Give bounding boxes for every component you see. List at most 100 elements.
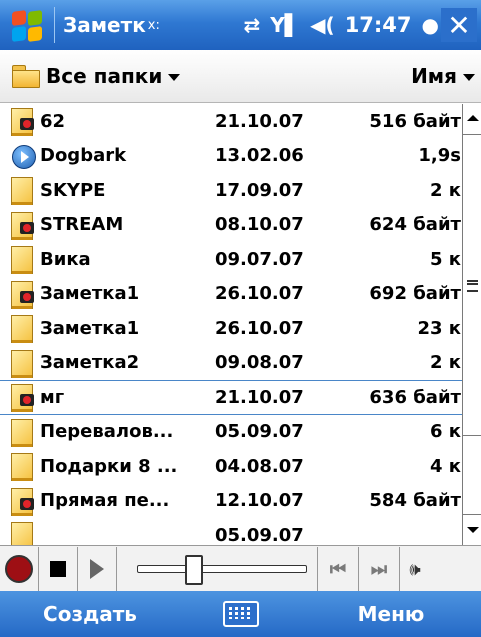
previous-track-button[interactable]: ⏮ — [318, 547, 359, 591]
sort-dropdown[interactable]: Имя — [411, 64, 475, 88]
play-button[interactable] — [78, 547, 117, 591]
file-date: 26.10.07 — [215, 283, 304, 305]
volume-icon: 🕪 — [409, 558, 421, 580]
file-row[interactable]: Вика 09.07.07 5 к — [0, 242, 462, 277]
seek-knob[interactable] — [185, 555, 203, 585]
file-date: 21.10.07 — [215, 386, 304, 408]
file-date: 09.08.07 — [215, 352, 304, 374]
notification-dot-icon: ● — [421, 13, 439, 37]
file-row[interactable]: Заметка1 26.10.07 23 к — [0, 311, 462, 346]
skip-forward-icon: ⏭ — [370, 558, 388, 580]
file-date: 26.10.07 — [215, 317, 304, 339]
softkey-bar: Создать Меню — [0, 591, 481, 637]
file-size: 2 к — [429, 179, 461, 201]
file-name: Заметка2 — [40, 352, 140, 374]
title-separator — [54, 7, 55, 43]
file-size: 624 байт — [369, 214, 461, 236]
chevron-down-icon — [168, 74, 181, 81]
voice-note-icon — [8, 382, 38, 413]
file-name: Перевалов... — [40, 421, 174, 443]
file-row[interactable]: Заметка2 09.08.07 2 к — [0, 346, 462, 381]
folder-filter-dropdown[interactable]: Все папки — [46, 64, 181, 88]
file-size: 584 байт — [369, 490, 461, 512]
file-size: 1,9s — [418, 145, 461, 167]
close-button[interactable]: ✕ — [441, 8, 477, 42]
file-date: 05.09.07 — [215, 524, 304, 545]
file-size: 692 байт — [369, 283, 461, 305]
voice-note-icon — [8, 210, 38, 240]
file-size: 2 к — [429, 352, 461, 374]
file-row[interactable]: STREAM 08.10.07 624 байт — [0, 208, 462, 243]
input-panel-button[interactable] — [180, 601, 301, 627]
file-name: Вика — [40, 248, 91, 270]
skip-back-icon: ⏮ — [329, 558, 347, 580]
file-date: 12.10.07 — [215, 490, 304, 512]
notes-app-icon: x: — [147, 17, 160, 33]
file-size: 5 к — [429, 248, 461, 270]
file-row[interactable]: 62 21.10.07 516 байт — [0, 104, 462, 139]
chevron-down-icon — [463, 74, 475, 81]
volume-button[interactable]: 🕪 — [400, 547, 430, 591]
filter-bar: Все папки Имя — [0, 50, 481, 103]
note-icon — [8, 520, 38, 545]
file-date: 13.02.06 — [215, 145, 304, 167]
file-row[interactable]: Заметка1 26.10.07 692 байт — [0, 277, 462, 312]
signal-icon[interactable]: Y▌ — [270, 13, 300, 37]
voice-note-icon — [8, 486, 38, 516]
file-date: 04.08.07 — [215, 455, 304, 477]
file-name: STREAM — [40, 214, 124, 236]
file-row[interactable]: Dogbark 13.02.06 1,9s — [0, 139, 462, 174]
voice-note-icon — [8, 106, 38, 137]
file-row[interactable]: Перевалов... 05.09.07 6 к — [0, 415, 462, 450]
note-icon — [8, 417, 38, 447]
seek-track — [137, 565, 307, 573]
folder-icon — [12, 65, 40, 88]
scroll-up-button[interactable] — [463, 104, 481, 135]
media-play-icon — [8, 141, 38, 171]
sort-label: Имя — [411, 64, 457, 88]
system-tray: ⇄ Y▌ ◀( 17:47 ● — [244, 13, 439, 37]
scroll-down-button[interactable] — [463, 514, 481, 545]
next-track-button[interactable]: ⏭ — [359, 547, 400, 591]
file-size: 23 к — [417, 317, 461, 339]
file-name: 62 — [40, 110, 66, 132]
file-name: Заметка1 — [40, 283, 140, 305]
media-player-bar: ⏮ ⏭ 🕪 — [0, 545, 481, 592]
file-size: 636 байт — [369, 386, 461, 408]
note-icon — [8, 175, 38, 206]
note-icon — [8, 348, 38, 378]
start-menu-icon[interactable] — [6, 5, 48, 45]
menu-softkey[interactable]: Меню — [301, 602, 481, 626]
file-date: 05.09.07 — [215, 421, 304, 443]
folder-filter-label: Все папки — [46, 64, 163, 88]
scrollbar[interactable] — [462, 104, 481, 545]
voice-note-icon — [8, 279, 38, 309]
file-row[interactable]: 05.09.07 — [0, 518, 462, 545]
file-size: 516 байт — [369, 110, 461, 132]
file-name: Подарки 8 ... — [40, 455, 178, 477]
file-row[interactable]: Подарки 8 ... 04.08.07 4 к — [0, 449, 462, 484]
stop-button[interactable] — [39, 547, 78, 591]
file-size: 4 к — [429, 455, 461, 477]
clock[interactable]: 17:47 — [345, 13, 412, 37]
keyboard-icon — [222, 601, 259, 627]
new-softkey[interactable]: Создать — [0, 602, 180, 626]
scroll-thumb[interactable] — [463, 135, 481, 436]
title-bar: Заметк x: ⇄ Y▌ ◀( 17:47 ● ✕ — [0, 0, 481, 50]
sync-icon[interactable]: ⇄ — [244, 13, 261, 37]
seek-slider[interactable] — [127, 547, 318, 591]
file-date: 08.10.07 — [215, 214, 304, 236]
record-button[interactable] — [0, 547, 39, 591]
file-name: Прямая пе... — [40, 490, 170, 512]
note-icon — [8, 313, 38, 344]
file-name: мг — [40, 386, 65, 408]
note-icon — [8, 244, 38, 275]
file-row[interactable]: SKYPE 17.09.07 2 к — [0, 173, 462, 208]
speaker-icon[interactable]: ◀( — [310, 13, 335, 37]
file-size: 6 к — [429, 421, 461, 443]
file-name: Dogbark — [40, 145, 127, 167]
file-row[interactable]: мг 21.10.07 636 байт — [0, 380, 462, 415]
file-name: Заметка1 — [40, 317, 140, 339]
file-row[interactable]: Прямая пе... 12.10.07 584 байт — [0, 484, 462, 519]
file-name: SKYPE — [40, 179, 106, 201]
